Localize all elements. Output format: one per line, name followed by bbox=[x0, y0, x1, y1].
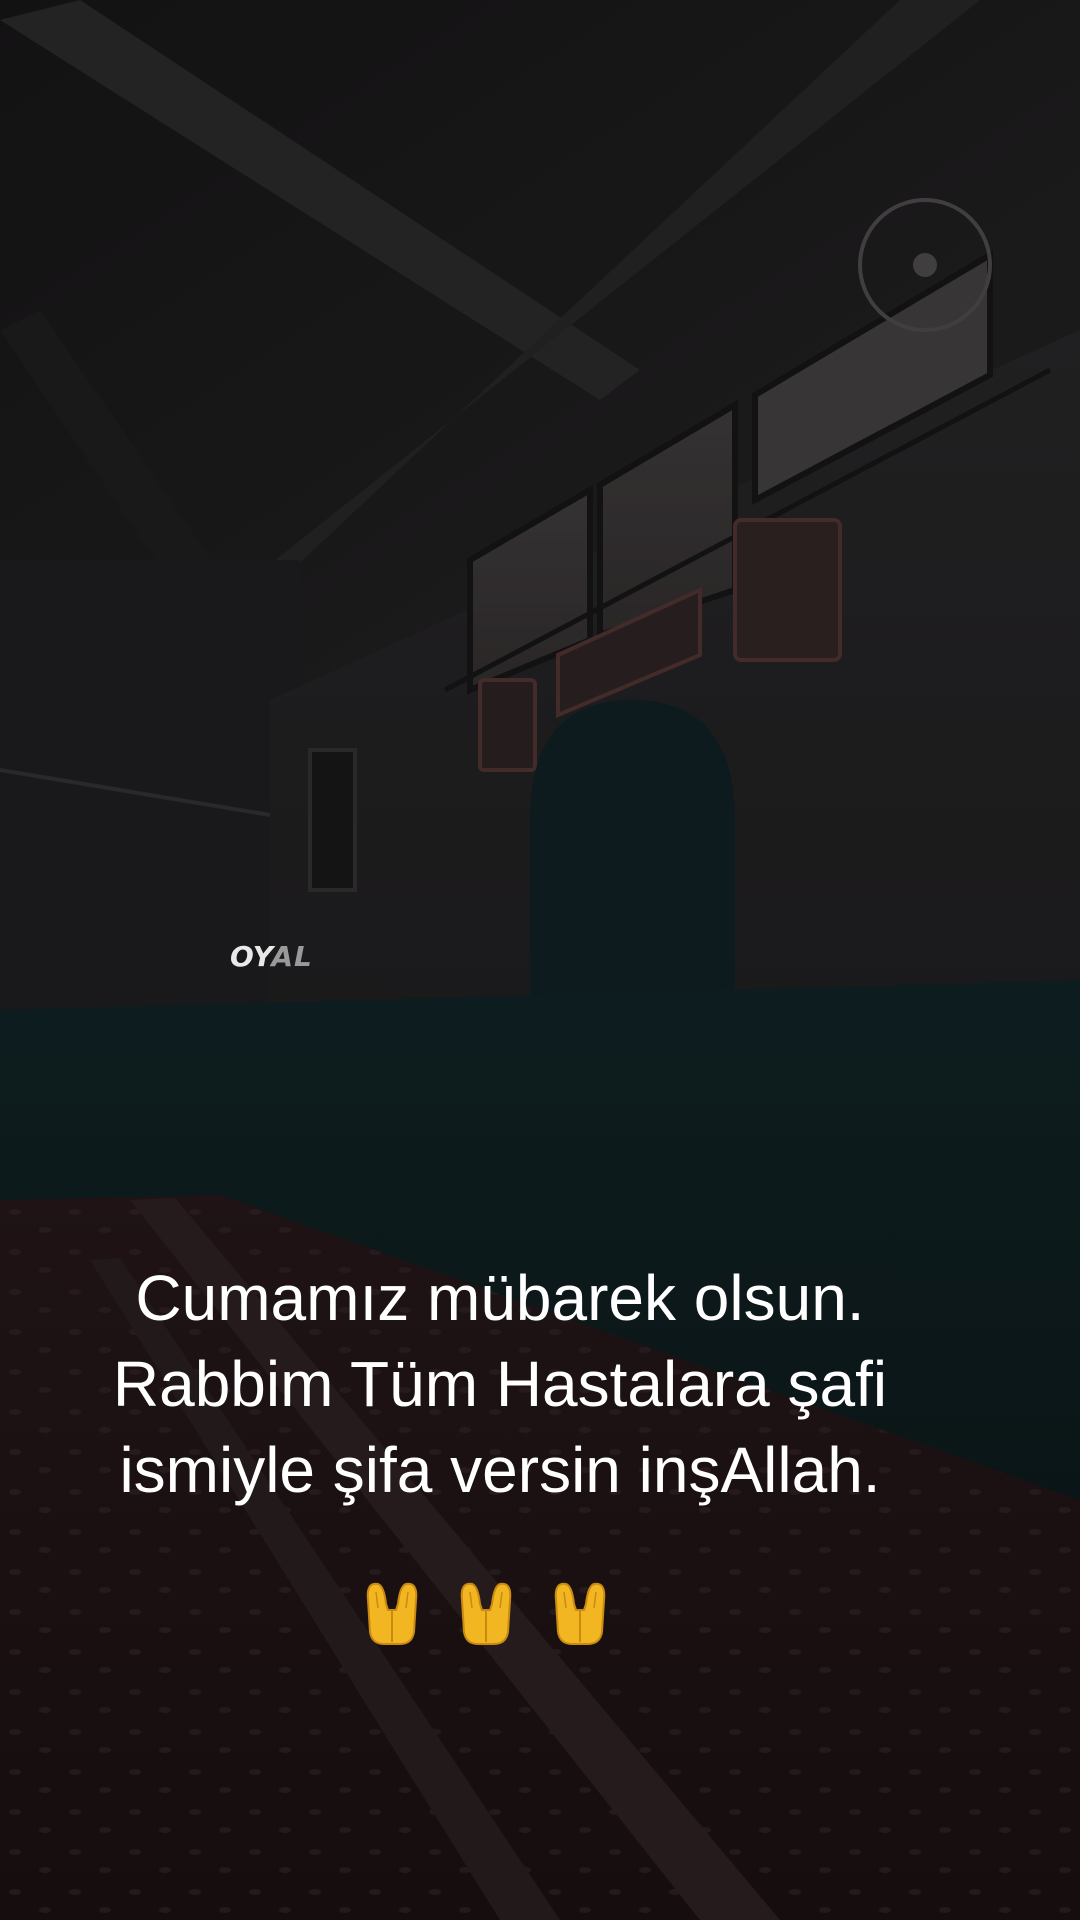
palms-up-together-icon bbox=[366, 1582, 418, 1645]
caption-line-3: ismiyle şifa versin inşAllah. bbox=[119, 1434, 881, 1506]
caption-line-1: Cumamız mübarek olsun. bbox=[135, 1262, 865, 1334]
palms-up-emoji-row bbox=[366, 1582, 606, 1645]
caption-line-2: Rabbim Tüm Hastalara şafi bbox=[112, 1348, 888, 1420]
watermark-part-1: OY bbox=[230, 940, 272, 973]
oyal-watermark: OYAL bbox=[230, 940, 313, 973]
caption-text: Cumamız mübarek olsun. Rabbim Tüm Hastal… bbox=[20, 1255, 980, 1513]
watermark-part-2: AL bbox=[271, 940, 313, 973]
palms-up-together-icon bbox=[460, 1582, 512, 1645]
mosque-photo-scene: OYAL Cumamız mübarek olsun. Rabbim Tüm H… bbox=[0, 0, 1080, 1920]
palms-up-together-icon bbox=[554, 1582, 606, 1645]
